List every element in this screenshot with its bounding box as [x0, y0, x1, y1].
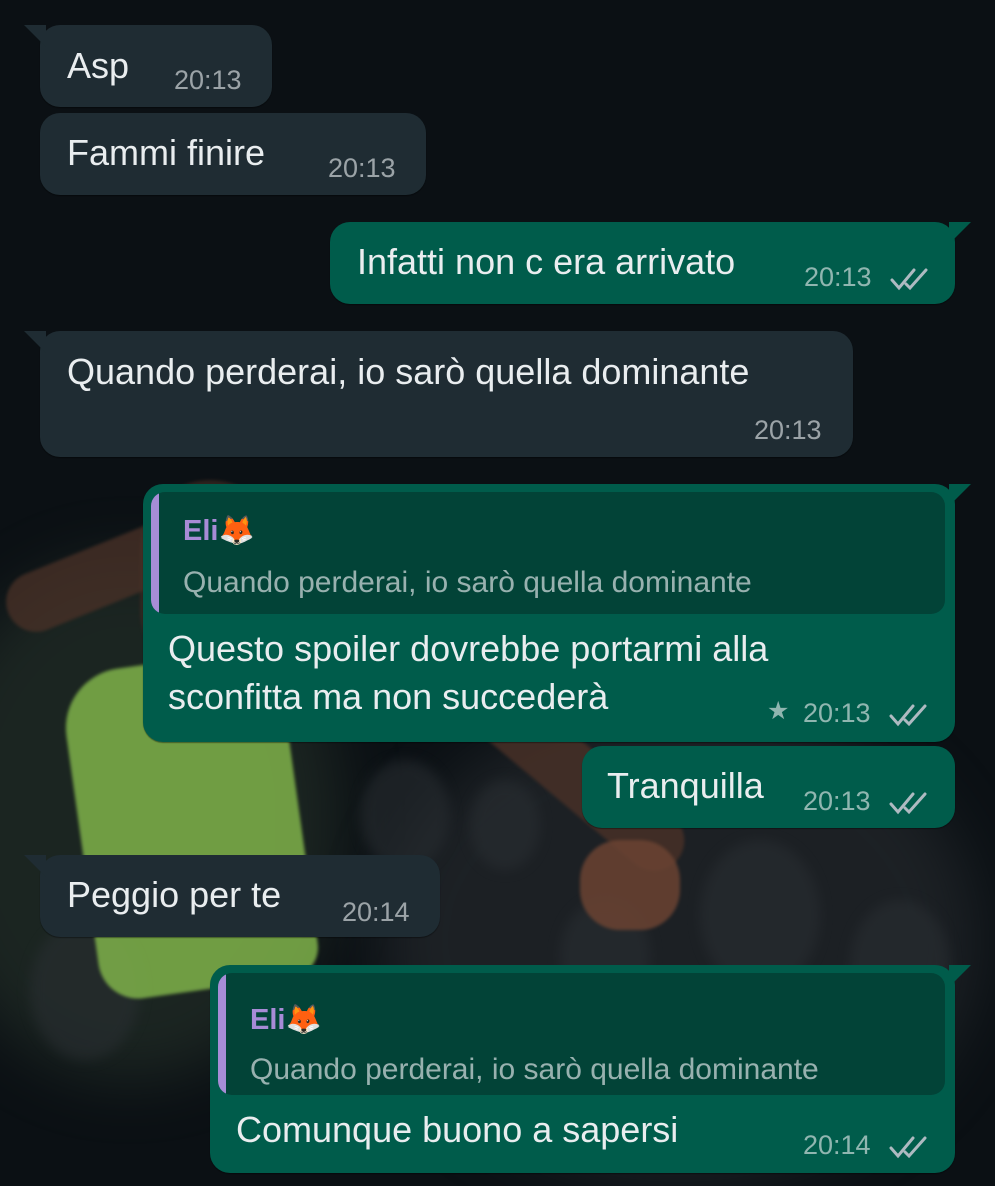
- message-time: 20:13: [754, 415, 822, 445]
- quoted-message[interactable]: Eli🦊 Quando perderai, io sarò quella dom…: [218, 973, 945, 1095]
- double-check-icon: [889, 704, 927, 727]
- message-bubble-incoming[interactable]: Fammi finire 20:13: [40, 113, 426, 195]
- double-check-icon: [889, 792, 927, 815]
- quote-author: Eli🦊: [250, 1004, 322, 1036]
- message-text: Comunque buono a sapersi: [236, 1109, 679, 1150]
- message-bubble-outgoing[interactable]: Infatti non c era arrivato 20:13: [330, 222, 971, 304]
- message-text: Asp: [67, 45, 130, 86]
- message-bubble-incoming[interactable]: Quando perderai, io sarò quella dominant…: [24, 331, 853, 457]
- message-time: 20:13: [803, 786, 871, 816]
- quote-author: Eli🦊: [183, 515, 255, 547]
- message-time: 20:13: [174, 65, 242, 95]
- star-icon: ★: [767, 697, 790, 725]
- quote-text: Quando perderai, io sarò quella dominant…: [183, 566, 752, 599]
- message-text-line2: sconfitta ma non succederà: [168, 676, 609, 717]
- message-time: 20:13: [803, 698, 871, 728]
- quote-accent-bar: [151, 492, 159, 614]
- message-bubble-incoming[interactable]: Peggio per te 20:14: [24, 855, 440, 937]
- message-bubble-outgoing-reply[interactable]: Eli🦊 Quando perderai, io sarò quella dom…: [143, 484, 971, 742]
- message-text: Tranquilla: [607, 765, 764, 806]
- message-text: Infatti non c era arrivato: [357, 241, 736, 282]
- message-time: 20:13: [328, 153, 396, 183]
- message-time: 20:13: [804, 262, 872, 292]
- message-bubble-outgoing-reply[interactable]: Eli🦊 Quando perderai, io sarò quella dom…: [210, 965, 971, 1173]
- message-bubble-outgoing[interactable]: Tranquilla 20:13: [582, 746, 955, 828]
- double-check-icon: [889, 1136, 927, 1159]
- quoted-message[interactable]: Eli🦊 Quando perderai, io sarò quella dom…: [151, 492, 945, 614]
- double-check-icon: [890, 268, 928, 291]
- message-text: Peggio per te: [67, 874, 282, 915]
- message-bubble-incoming[interactable]: Asp 20:13: [24, 25, 272, 107]
- message-time: 20:14: [803, 1130, 871, 1160]
- quote-accent-bar: [218, 973, 226, 1095]
- message-text: Quando perderai, io sarò quella dominant…: [67, 351, 750, 392]
- quote-text: Quando perderai, io sarò quella dominant…: [250, 1053, 819, 1086]
- message-text-line1: Questo spoiler dovrebbe portarmi alla: [168, 628, 769, 669]
- message-text: Fammi finire: [67, 132, 266, 173]
- message-time: 20:14: [342, 897, 410, 927]
